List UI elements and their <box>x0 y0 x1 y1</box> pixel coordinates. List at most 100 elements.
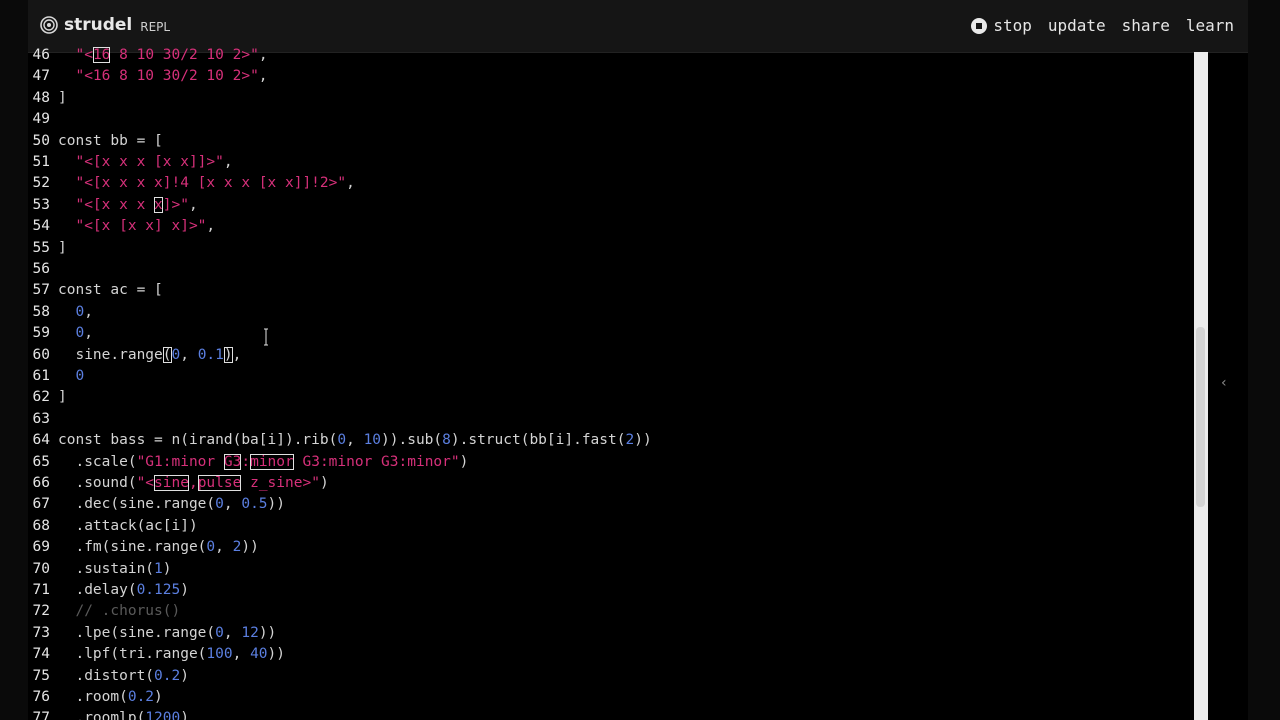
code-line[interactable]: 58 0, <box>28 302 1188 323</box>
code-line[interactable]: 68 .attack(ac[i]) <box>28 516 1188 537</box>
code-line[interactable]: 57 const ac = [ <box>28 280 1188 301</box>
code-token: 0 <box>337 432 347 449</box>
line-number: 55 <box>32 239 50 256</box>
code-token: 0.2 <box>154 667 181 684</box>
code-line[interactable]: 75 .distort(0.2) <box>28 666 1188 687</box>
editor-scrollbar[interactable] <box>1194 52 1208 720</box>
active-pattern-highlight: sine <box>154 475 189 491</box>
code-token: ) <box>154 689 163 705</box>
line-number: 62 <box>32 389 50 406</box>
stop-label: stop <box>993 16 1032 35</box>
code-token: , <box>346 432 364 449</box>
code-token: , <box>215 539 233 556</box>
code-token: )) <box>241 539 259 556</box>
code-token: 0.5 <box>241 496 268 513</box>
code-line[interactable]: 53 "<[x x x x]>", <box>28 195 1188 216</box>
brand[interactable]: strudel REPL <box>40 15 170 35</box>
code-token: ).struct(bb[i].fast( <box>450 432 626 449</box>
update-button[interactable]: update <box>1048 16 1106 35</box>
code-line[interactable]: 51 "<[x x x [x x]]>", <box>28 152 1188 173</box>
code-token: 0 <box>75 303 85 320</box>
code-token: .roomlp( <box>58 710 146 720</box>
active-pattern-highlight: ) <box>223 346 233 363</box>
code-token: ]>" <box>162 196 189 213</box>
code-token: .sound( <box>58 475 137 491</box>
code-token: const ac = [ <box>58 282 163 299</box>
code-line[interactable]: 50 const bb = [ <box>28 131 1188 152</box>
chevron-left-icon[interactable]: ‹ <box>1221 375 1237 395</box>
code-editor[interactable]: 46 "<16 8 10 30/2 10 2>", 47 "<16 8 10 30… <box>28 45 1193 720</box>
code-line[interactable]: 70 .sustain(1) <box>28 559 1188 580</box>
scrollbar-thumb[interactable] <box>1196 327 1205 507</box>
code-line[interactable]: 77 .roomlp(1200) <box>28 708 1188 720</box>
code-token: , <box>180 346 198 363</box>
code-line[interactable]: 64 const bass = n(irand(ba[i]).rib(0, 10)… <box>28 430 1188 451</box>
code-token: .scale( <box>58 453 137 470</box>
code-line[interactable]: 46 "<16 8 10 30/2 10 2>", <box>28 45 1188 66</box>
code-token: ) <box>180 710 189 720</box>
code-token: ) <box>319 475 329 491</box>
code-line[interactable]: 69 .fm(sine.range(0, 2)) <box>28 537 1188 558</box>
code-line[interactable]: 55] <box>28 238 1188 259</box>
code-line[interactable]: 66 .sound("<sine,pulse z_sine>") <box>28 473 1188 494</box>
stop-button[interactable]: stop <box>971 16 1032 35</box>
active-pattern-highlight: pulse <box>197 475 242 491</box>
code-token: 1 <box>215 346 224 363</box>
code-token: .lpf(tri.range( <box>58 646 207 663</box>
learn-button[interactable]: learn <box>1186 16 1234 35</box>
line-number: 69 <box>32 539 50 556</box>
code-token: , <box>84 303 93 320</box>
active-pattern-highlight: ( <box>162 346 172 363</box>
code-token: ] <box>58 89 67 106</box>
code-line[interactable]: 59 0, <box>28 323 1188 344</box>
line-number: 72 <box>32 603 50 620</box>
code-token: "<16 8 10 30/2 10 2>" <box>75 68 259 85</box>
line-number: 49 <box>32 111 50 128</box>
code-token: 0 <box>215 496 224 513</box>
line-number: 60 <box>32 346 50 363</box>
code-token: , <box>258 68 268 85</box>
code-line[interactable]: 47 "<16 8 10 30/2 10 2>", <box>28 66 1188 87</box>
code-line[interactable]: 73 .lpe(sine.range(0, 12)) <box>28 623 1188 644</box>
code-line[interactable]: 52 "<[x x x x]!4 [x x x [x x]]!2>", <box>28 173 1188 194</box>
code-token: , <box>223 496 242 513</box>
code-line[interactable]: 67 .dec(sine.range(0, 0.5)) <box>28 494 1188 515</box>
code-line[interactable]: 72 // .chorus() <box>28 601 1188 622</box>
code-line[interactable]: 74 .lpf(tri.range(100, 40)) <box>28 644 1188 665</box>
code-line[interactable]: 76 .room(0.2) <box>28 687 1188 708</box>
code-token: )) <box>267 646 286 663</box>
code-token: , <box>223 624 242 641</box>
share-button[interactable]: share <box>1122 16 1170 35</box>
code-line[interactable]: 61 0 <box>28 366 1188 387</box>
share-label: share <box>1121 16 1170 35</box>
code-token: .lpe(sine.range( <box>58 624 216 641</box>
code-token: , <box>188 475 198 491</box>
code-line[interactable]: 56 <box>28 259 1188 280</box>
code-token: 12 <box>241 624 259 641</box>
code-token: , <box>206 218 216 235</box>
line-number: 57 <box>32 282 50 299</box>
code-token: sine.range <box>58 346 163 363</box>
code-token: , <box>258 47 268 63</box>
text-cursor-icon <box>264 328 268 346</box>
code-line[interactable]: 49 <box>28 109 1188 130</box>
code-line[interactable]: 48] <box>28 88 1188 109</box>
code-token: ) <box>180 582 189 598</box>
code-line[interactable]: 54 "<[x [x x] x]>", <box>28 216 1188 237</box>
code-line[interactable]: 71 .delay(0.125) <box>28 580 1188 601</box>
code-line[interactable]: 60 sine.range(0, 0.1), <box>28 345 1188 366</box>
repl-window: strudel REPL stop update share learn 46 … <box>28 0 1248 720</box>
code-line[interactable]: 65 .scale("G1:minor G3:minor G3:minor G3… <box>28 452 1188 473</box>
code-line[interactable]: 63 <box>28 409 1188 430</box>
code-token: "< <box>75 47 93 63</box>
code-token: "< <box>136 475 155 491</box>
code-token: ) <box>180 667 189 684</box>
code-line[interactable]: 62] <box>28 387 1188 408</box>
line-number: 77 <box>32 710 50 720</box>
line-number: 73 <box>32 624 50 641</box>
